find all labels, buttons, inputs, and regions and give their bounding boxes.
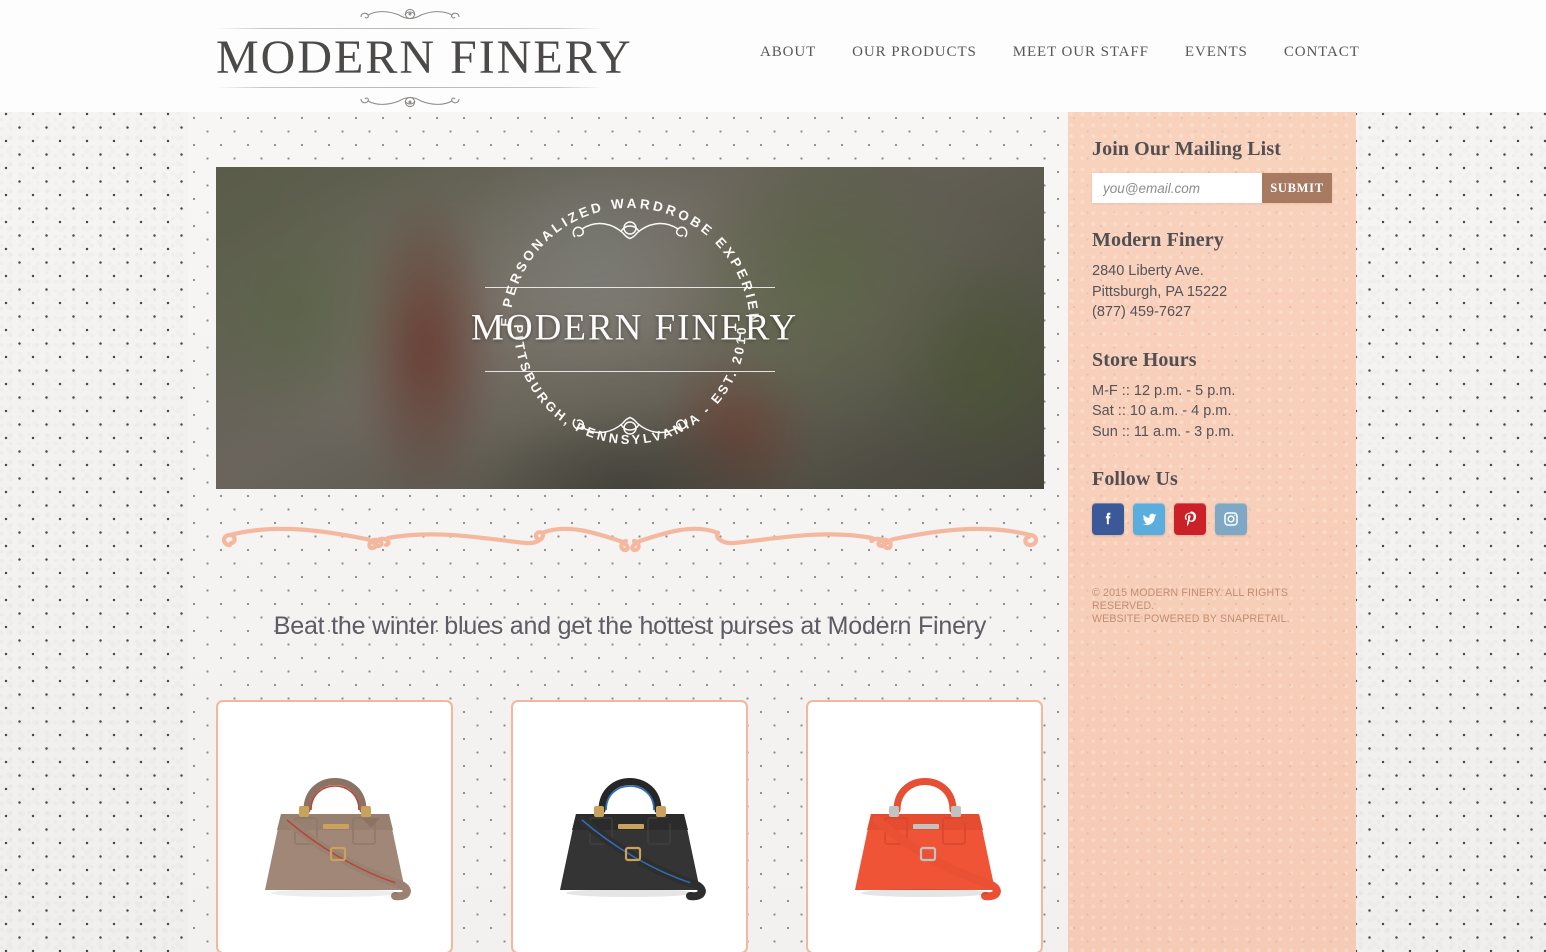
nav-item-about[interactable]: ABOUT (760, 44, 816, 61)
mailing-list-form: SUBMIT (1092, 173, 1332, 203)
store-name-heading: Modern Finery (1092, 229, 1224, 251)
hours-weekday: M-F :: 12 p.m. - 5 p.m. (1092, 382, 1236, 399)
submit-button[interactable]: SUBMIT (1262, 173, 1332, 203)
logo-rule-bottom (216, 86, 604, 88)
badge-rule-top (485, 287, 775, 288)
social-icon-row (1092, 503, 1332, 535)
flourish-ornament-top (360, 8, 460, 20)
store-hours-heading: Store Hours (1092, 348, 1197, 371)
hero-badge: THE PERSONALIZED WARDROBE EXPERIENCE PIT… (471, 169, 799, 487)
instagram-icon[interactable] (1215, 503, 1247, 535)
main-content-column: THE PERSONALIZED WARDROBE EXPERIENCE PIT… (188, 112, 1068, 952)
main-navigation: ABOUT OUR PRODUCTS MEET OUR STAFF EVENTS… (760, 44, 1360, 61)
twitter-icon[interactable] (1133, 503, 1165, 535)
product-grid (216, 700, 1044, 952)
svg-text:THE PERSONALIZED WARDROBE EXPE: THE PERSONALIZED WARDROBE EXPERIENCE (471, 169, 762, 327)
product-card-taupe-handbag[interactable] (216, 700, 453, 952)
store-address-line-1: 2840 Liberty Ave. (1092, 263, 1204, 279)
nav-item-contact[interactable]: CONTACT (1284, 44, 1360, 61)
store-address-line-2: Pittsburgh, PA 15222 (1092, 283, 1228, 300)
logo-text: MODERN FINERY (216, 31, 633, 84)
store-address: 2840 Liberty Ave. Pittsburgh, PA 15222 (… (1092, 261, 1332, 323)
coral-handbag-image (854, 778, 1001, 901)
flourish-ornament-bottom (360, 96, 460, 107)
product-card-black-handbag[interactable] (511, 700, 748, 952)
logo-rule-top (216, 28, 604, 29)
hours-sunday: Sun :: 11 a.m. - 3 p.m. (1092, 423, 1235, 440)
site-logo[interactable]: MODERN FINERY (216, 6, 633, 110)
footer-copyright: © 2015 MODERN FINERY. ALL RIGHTS RESERVE… (1092, 587, 1332, 626)
badge-rule-bottom (485, 371, 775, 372)
store-phone[interactable]: (877) 459-7627 (1092, 302, 1332, 323)
facebook-icon[interactable] (1092, 503, 1124, 535)
mailing-list-section: Join Our Mailing List SUBMIT (1092, 138, 1332, 203)
nav-item-events[interactable]: EVENTS (1185, 44, 1248, 61)
site-header: MODERN FINERY ABOUT OUR PRODUCTS MEET OU… (0, 0, 1546, 112)
store-hours-section: Store Hours M-F :: 12 p.m. - 5 p.m. Sat … (1092, 349, 1332, 443)
hours-saturday: Sat :: 10 a.m. - 4 p.m. (1092, 403, 1232, 419)
copyright-line-1: © 2015 MODERN FINERY. ALL RIGHTS RESERVE… (1092, 587, 1289, 612)
badge-top-text: THE PERSONALIZED WARDROBE EXPERIENCE (471, 169, 759, 327)
hero-banner[interactable]: THE PERSONALIZED WARDROBE EXPERIENCE PIT… (216, 167, 1044, 489)
badge-name: MODERN FINERY (471, 307, 799, 349)
page-headline: Beat the winter blues and get the hottes… (273, 612, 987, 640)
copyright-line-2: WEBSITE POWERED BY SNAPRETAIL. (1092, 613, 1290, 625)
mailing-list-heading: Join Our Mailing List (1092, 138, 1281, 160)
taupe-handbag-image (264, 778, 411, 901)
follow-us-heading: Follow Us (1092, 468, 1178, 490)
store-hours-list: M-F :: 12 p.m. - 5 p.m. Sat :: 10 a.m. -… (1092, 381, 1332, 443)
nav-item-meet-our-staff[interactable]: MEET OUR STAFF (1013, 44, 1149, 61)
ornament-divider (216, 517, 1044, 565)
badge-flourish-top (572, 221, 688, 240)
sidebar: Join Our Mailing List SUBMIT Modern Fine… (1068, 112, 1356, 952)
email-input[interactable] (1092, 173, 1262, 203)
store-info-section: Modern Finery 2840 Liberty Ave. Pittsbur… (1092, 229, 1332, 323)
product-card-coral-handbag[interactable] (806, 700, 1043, 952)
nav-item-our-products[interactable]: OUR PRODUCTS (852, 44, 977, 61)
follow-us-section: Follow Us (1092, 468, 1332, 535)
black-handbag-image (559, 778, 706, 901)
pinterest-icon[interactable] (1174, 503, 1206, 535)
